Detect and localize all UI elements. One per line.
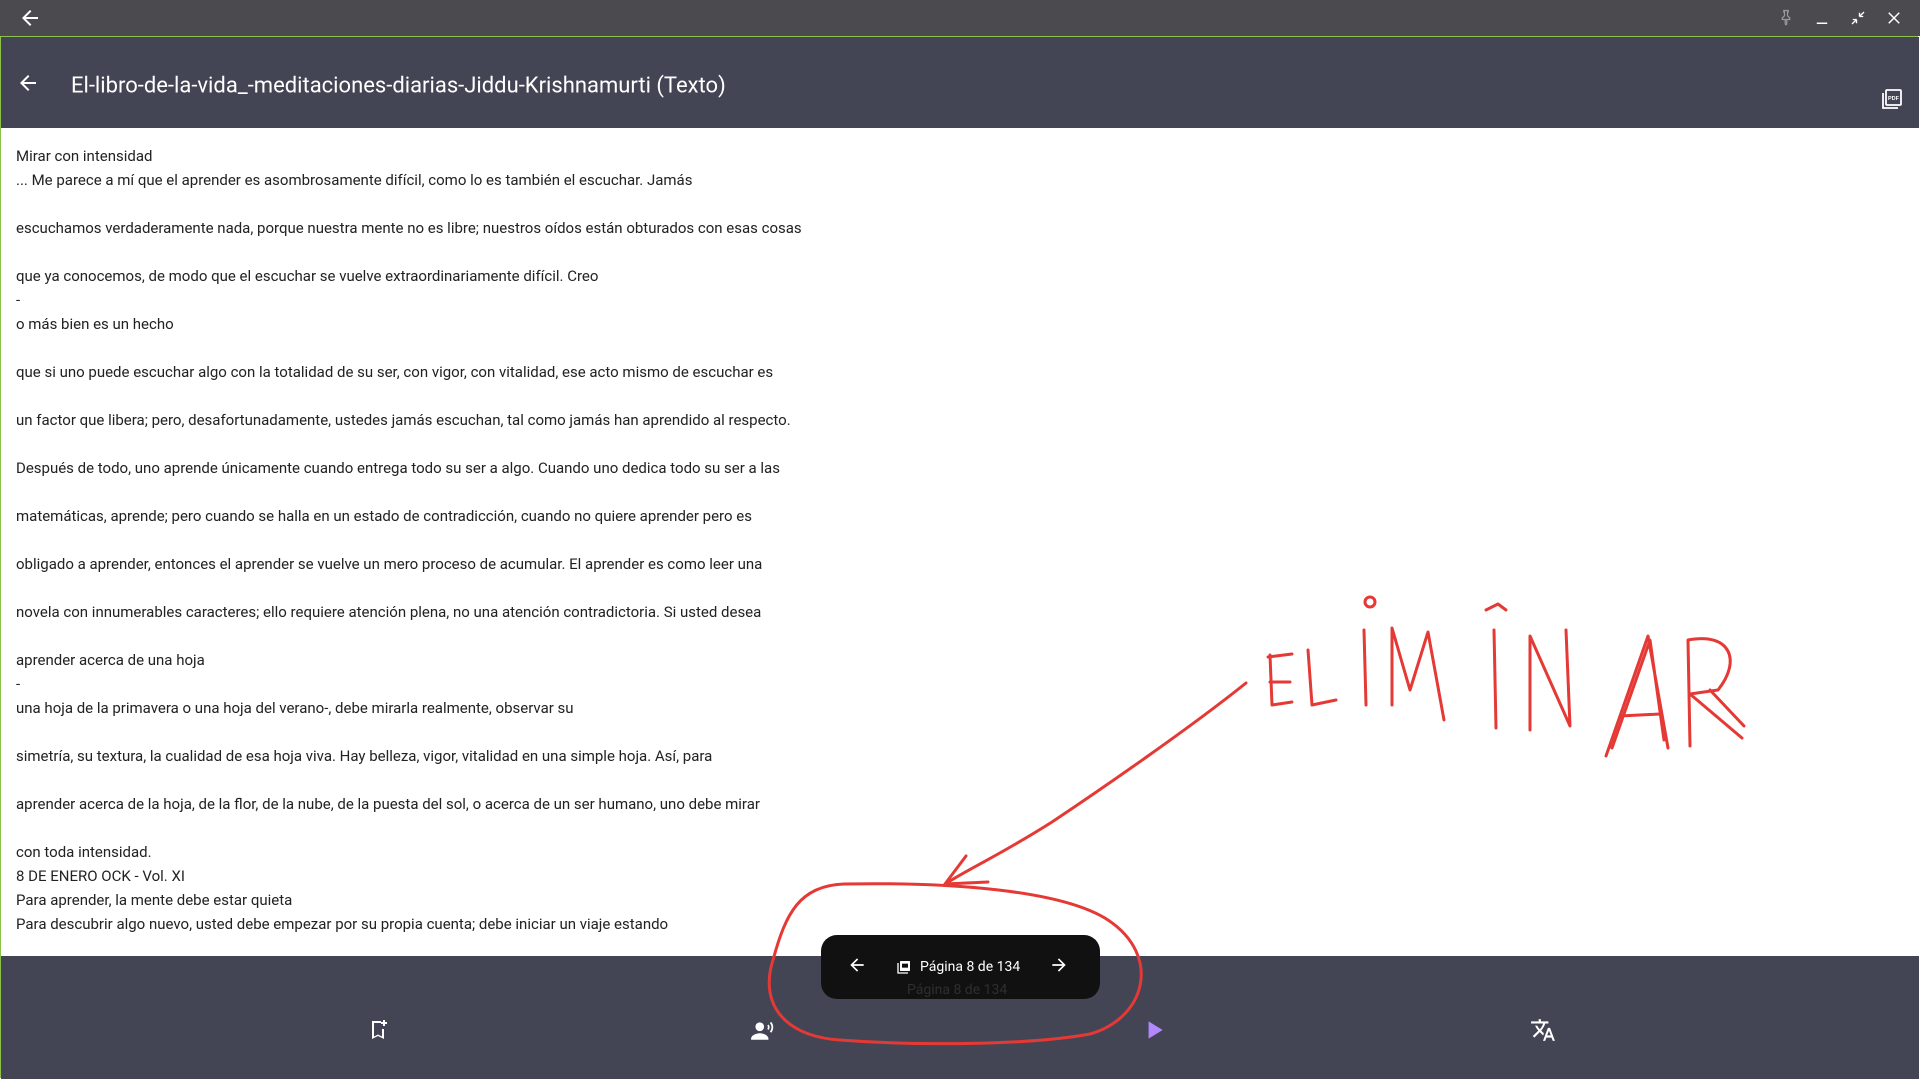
pin-icon[interactable]	[1774, 6, 1798, 30]
reader-content[interactable]: Mirar con intensidad ... Me parece a mí …	[1, 128, 1919, 956]
previous-page-icon[interactable]	[847, 955, 871, 979]
minimize-icon[interactable]	[1810, 6, 1834, 30]
back-arrow-icon[interactable]	[16, 71, 40, 95]
next-page-icon[interactable]	[1049, 955, 1073, 979]
svg-text:PDF: PDF	[1888, 96, 1900, 102]
os-titlebar	[0, 0, 1920, 36]
collapse-icon[interactable]	[1846, 6, 1870, 30]
reader-app: PDF El-libro-de-la-vida_-meditaciones-di…	[0, 0, 1920, 1080]
record-voice-icon[interactable]	[747, 1014, 779, 1046]
pdf-icon[interactable]: PDF	[1880, 87, 1904, 111]
page-label-ghost: Página 8 de 134	[907, 982, 1008, 998]
page-label: Página 8 de 134	[920, 959, 1021, 975]
translate-icon[interactable]	[1527, 1014, 1559, 1046]
document-title: El-libro-de-la-vida_-meditaciones-diaria…	[71, 73, 726, 99]
page-indicator: Página 8 de 134 Página 8 de 134	[821, 935, 1100, 999]
pdf-small-icon	[896, 959, 912, 975]
page-text: Mirar con intensidad ... Me parece a mí …	[16, 147, 802, 933]
close-icon[interactable]	[1882, 6, 1906, 30]
play-icon[interactable]	[1138, 1014, 1170, 1046]
os-back-icon[interactable]	[18, 6, 42, 30]
bookmark-add-icon[interactable]	[362, 1014, 394, 1046]
os-window-controls	[1774, 6, 1906, 30]
